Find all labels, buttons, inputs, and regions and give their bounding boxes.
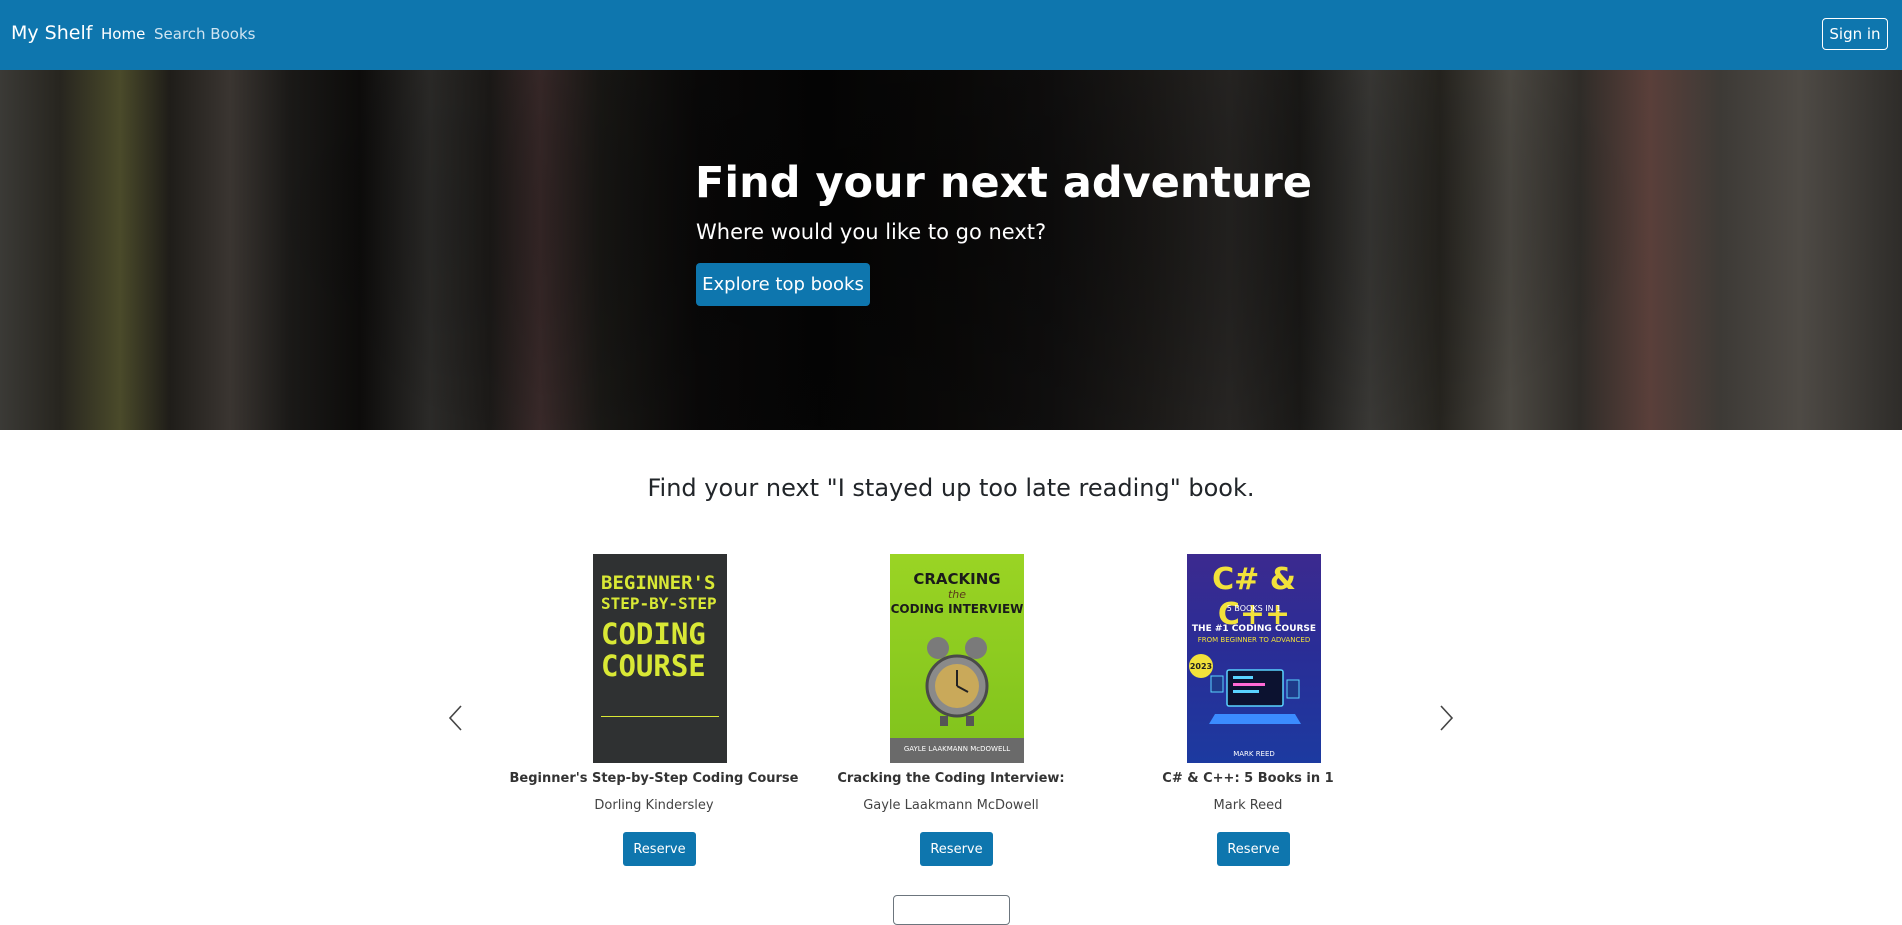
book-cover[interactable]: C# & C++ 5 BOOKS IN 1 THE #1 CODING COUR… <box>1187 554 1321 763</box>
nav-link-home[interactable]: Home <box>101 25 145 43</box>
laptop-icon <box>1209 669 1301 724</box>
cover-title-line: THE #1 CODING COURSE <box>1191 624 1317 634</box>
top-navbar: My Shelf Home Search Books Sign in <box>0 0 1902 70</box>
reserve-button[interactable]: Reserve <box>623 832 696 866</box>
hero-banner: Find your next adventure Where would you… <box>0 70 1902 430</box>
book-author: Mark Reed <box>1213 798 1283 813</box>
cover-title-line: BEGINNER'S <box>601 572 716 594</box>
more-books-button[interactable] <box>893 895 1010 925</box>
sign-in-button[interactable]: Sign in <box>1822 18 1888 50</box>
book-cover[interactable]: CRACKING the CODING INTERVIEW GAYLE LAAK… <box>890 554 1024 763</box>
cover-title-line: FROM BEGINNER TO ADVANCED <box>1197 636 1311 644</box>
section-title: Find your next "I stayed up too late rea… <box>647 474 1255 502</box>
book-title: Cracking the Coding Interview: <box>837 771 1065 786</box>
cover-title-line: 5 BOOKS IN 1 <box>1226 604 1282 613</box>
chevron-left-icon[interactable] <box>446 702 466 734</box>
reserve-button[interactable]: Reserve <box>1217 832 1290 866</box>
cover-title-line: CODING <box>601 617 706 651</box>
cover-decoration <box>601 716 719 753</box>
cover-title-line: CRACKING <box>913 570 1001 588</box>
explore-top-books-button[interactable]: Explore top books <box>696 263 870 306</box>
book-title: Beginner's Step-by-Step Coding Course <box>509 771 799 786</box>
book-cover[interactable]: BEGINNER'S STEP-BY-STEP CODING COURSE <box>593 554 727 763</box>
reserve-button[interactable]: Reserve <box>920 832 993 866</box>
alarm-clock-icon <box>925 637 989 726</box>
nav-link-search-books[interactable]: Search Books <box>154 25 255 43</box>
brand-link[interactable]: My Shelf <box>11 22 92 44</box>
chevron-right-icon[interactable] <box>1436 702 1456 734</box>
book-author: Gayle Laakmann McDowell <box>863 798 1039 813</box>
cover-author-line: GAYLE LAAKMANN McDOWELL <box>903 745 1011 753</box>
cover-title-line: COURSE <box>601 649 706 683</box>
cover-author-line: MARK REED <box>1233 750 1275 758</box>
cover-title-line: C# & C++ <box>1212 562 1296 632</box>
cover-footer: GAYLE LAAKMANN McDOWELL <box>890 738 1024 763</box>
cover-title-line: STEP-BY-STEP <box>601 594 717 613</box>
book-author: Dorling Kindersley <box>594 798 714 813</box>
cover-title-line: CODING INTERVIEW <box>890 602 1024 616</box>
hero-overlay <box>0 70 1902 430</box>
cover-title-line: the <box>947 588 967 601</box>
book-title: C# & C++: 5 Books in 1 <box>1162 771 1334 786</box>
hero-title: Find your next adventure <box>695 158 1313 208</box>
hero-subtitle: Where would you like to go next? <box>696 220 1047 244</box>
